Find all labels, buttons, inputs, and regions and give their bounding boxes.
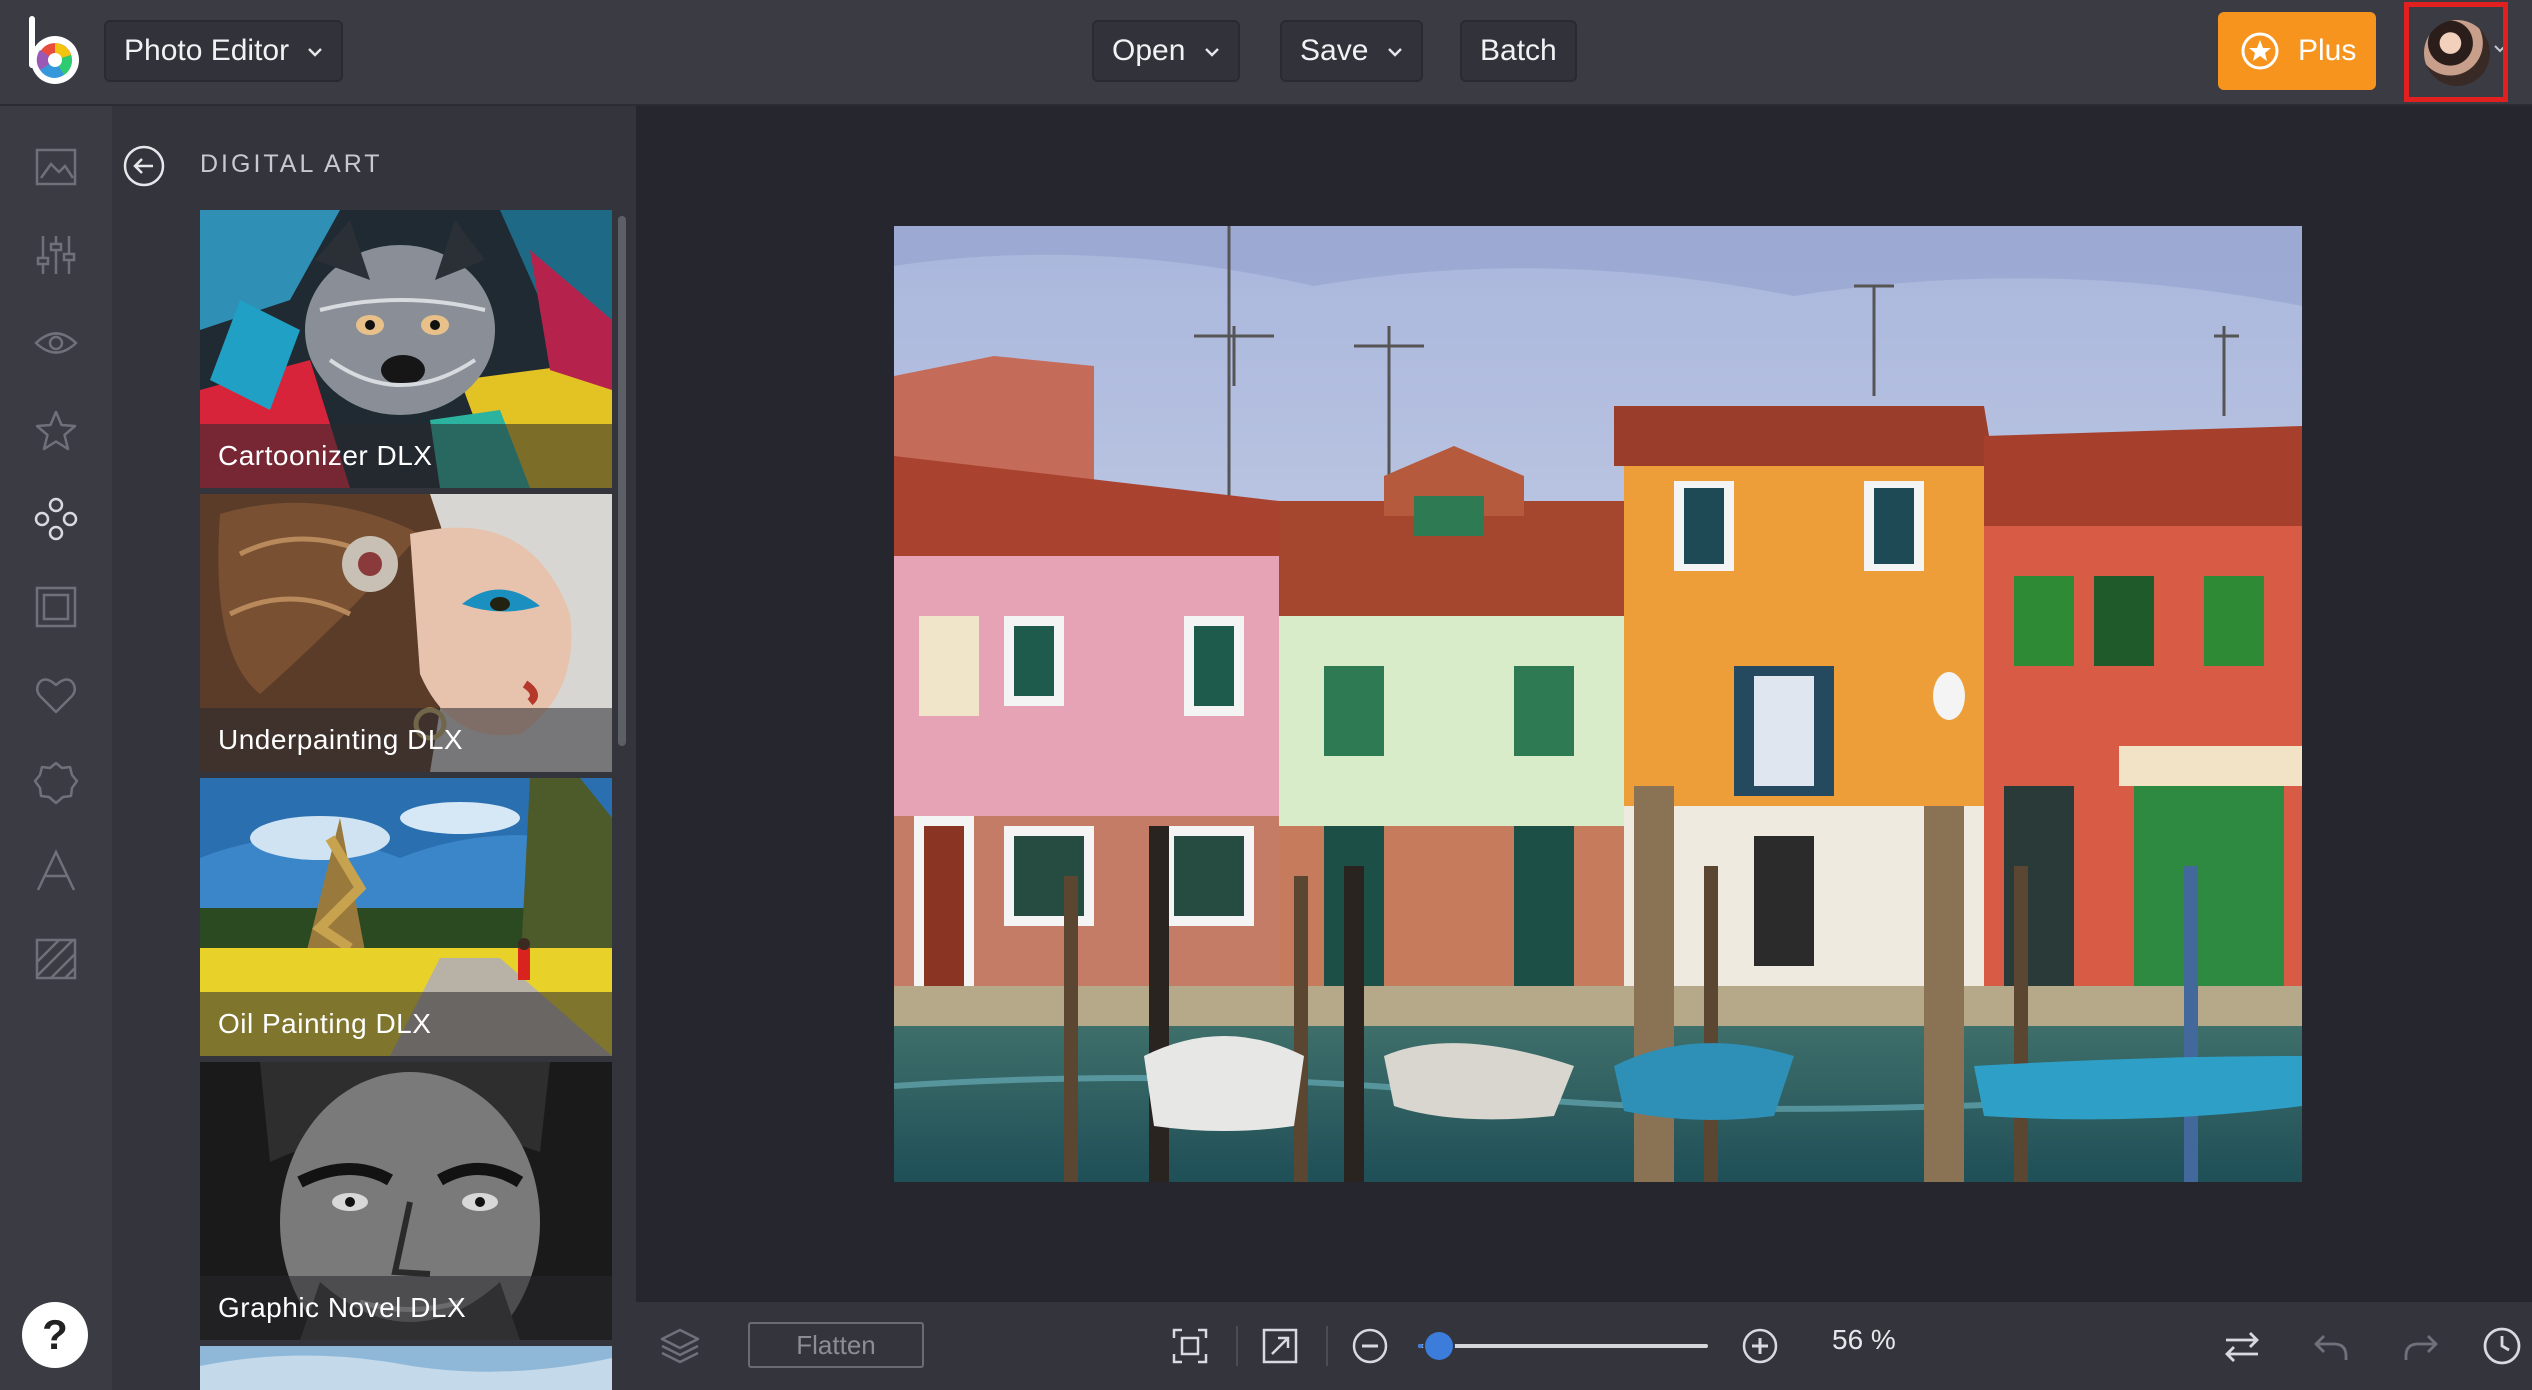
bottom-toolbar: Flatten 56 % (636, 1302, 2532, 1390)
chevron-down-icon (1204, 48, 1219, 57)
befunky-logo-icon[interactable] (26, 14, 84, 88)
badge-icon[interactable] (33, 760, 79, 806)
photo-editor-label: Photo Editor (124, 34, 290, 67)
frame-icon[interactable] (33, 584, 79, 630)
canvas-photo[interactable] (894, 226, 2302, 1182)
batch-label: Batch (1480, 34, 1557, 67)
plus-label: Plus (2298, 34, 2357, 67)
effect-label: Graphic Novel DLX (200, 1276, 612, 1340)
star-icon[interactable] (33, 408, 79, 454)
texture-icon[interactable] (33, 936, 79, 982)
avatar-highlight-box (2404, 2, 2508, 102)
top-bar: Photo Editor Open Save Batch Plus (0, 0, 2532, 106)
eye-icon[interactable] (33, 320, 79, 366)
plus-upgrade-button[interactable]: Plus (2218, 12, 2376, 90)
chevron-down-icon (308, 48, 323, 57)
effect-label: Underpainting DLX (200, 708, 612, 772)
sliders-icon[interactable] (33, 232, 79, 278)
effect-item-oil-painting[interactable]: Oil Painting DLX (200, 778, 612, 1056)
effect-item-next[interactable] (200, 1346, 612, 1390)
heart-icon[interactable] (33, 672, 79, 718)
undo-icon[interactable] (2310, 1324, 2354, 1368)
zoom-percentage: 56 % (1832, 1324, 1896, 1355)
history-icon[interactable] (2480, 1324, 2524, 1368)
effects-icon[interactable] (33, 496, 79, 542)
effect-item-cartoonizer[interactable]: Cartoonizer DLX (200, 210, 612, 488)
image-icon[interactable] (33, 144, 79, 190)
effect-label: Oil Painting DLX (200, 992, 612, 1056)
flip-compare-icon[interactable] (2220, 1324, 2264, 1368)
layers-icon[interactable] (658, 1324, 702, 1368)
panel-title: DIGITAL ART (200, 150, 383, 178)
help-button[interactable]: ? (22, 1302, 88, 1368)
zoom-out-icon[interactable] (1350, 1326, 1390, 1366)
effect-item-graphic-novel[interactable]: Graphic Novel DLX (200, 1062, 612, 1340)
flatten-button[interactable]: Flatten (748, 1322, 924, 1368)
next-effect-thumbnail (200, 1346, 612, 1390)
zoom-slider-fill (1418, 1344, 1423, 1348)
panel-scrollbar[interactable] (618, 216, 626, 746)
zoom-in-icon[interactable] (1740, 1326, 1780, 1366)
fit-to-screen-icon[interactable] (1170, 1326, 1210, 1366)
back-arrow-icon[interactable] (122, 144, 166, 188)
batch-button[interactable]: Batch (1460, 20, 1577, 82)
actual-size-icon[interactable] (1260, 1326, 1300, 1366)
save-button[interactable]: Save (1280, 20, 1423, 82)
effect-item-underpainting[interactable]: Underpainting DLX (200, 494, 612, 772)
chevron-down-icon (1387, 48, 1402, 57)
text-icon[interactable] (33, 848, 79, 894)
photo-editor-menu[interactable]: Photo Editor (104, 20, 344, 82)
star-badge-icon (2241, 32, 2279, 70)
open-label: Open (1112, 34, 1186, 67)
open-button[interactable]: Open (1092, 20, 1240, 82)
save-label: Save (1300, 34, 1369, 67)
redo-icon[interactable] (2398, 1324, 2442, 1368)
divider (1236, 1326, 1238, 1366)
tool-rail: ? (0, 106, 112, 1390)
divider (1326, 1326, 1328, 1366)
zoom-slider-handle[interactable] (1424, 1332, 1453, 1360)
effect-label: Cartoonizer DLX (200, 424, 612, 488)
zoom-slider-track[interactable] (1418, 1344, 1708, 1348)
